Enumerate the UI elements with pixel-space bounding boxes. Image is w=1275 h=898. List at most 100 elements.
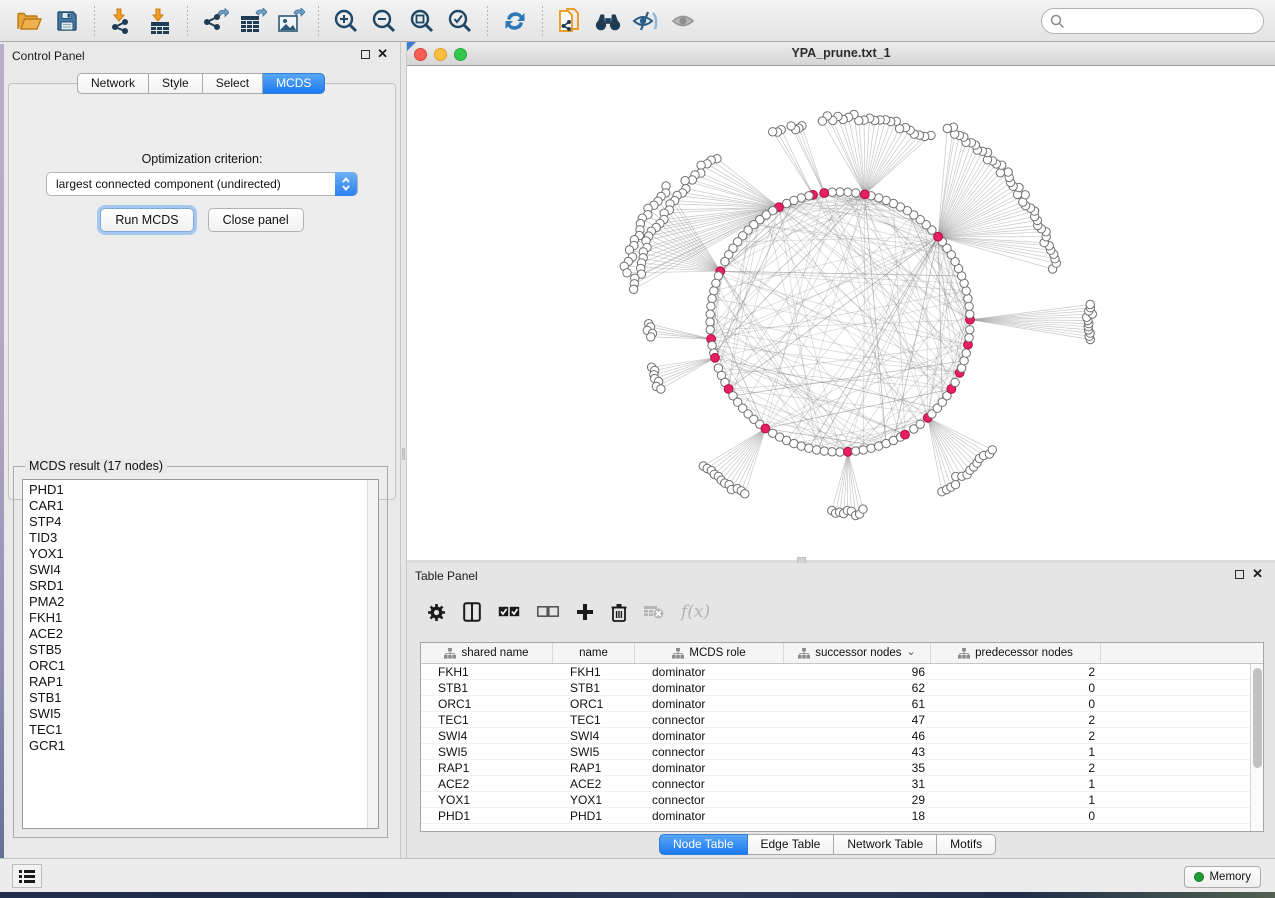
- import-table-icon[interactable]: [145, 6, 175, 36]
- network-node[interactable]: [951, 480, 959, 488]
- network-node[interactable]: [964, 294, 972, 302]
- mcds-result-node[interactable]: YOX1: [29, 546, 65, 562]
- mcds-result-node[interactable]: SRD1: [29, 578, 65, 594]
- network-node[interactable]: [706, 326, 714, 334]
- memory-button[interactable]: Memory: [1184, 866, 1261, 888]
- network-hub-node[interactable]: [860, 190, 869, 199]
- mcds-result-node[interactable]: STB5: [29, 642, 65, 658]
- network-hub-node[interactable]: [711, 353, 720, 362]
- task-history-button[interactable]: [12, 864, 42, 888]
- network-node[interactable]: [943, 124, 951, 132]
- network-node[interactable]: [812, 446, 820, 454]
- network-node[interactable]: [966, 310, 974, 318]
- tab-mcds[interactable]: MCDS: [263, 73, 325, 94]
- tab-edge-table[interactable]: Edge Table: [748, 834, 835, 855]
- network-node[interactable]: [710, 287, 718, 295]
- tab-motifs[interactable]: Motifs: [937, 834, 996, 855]
- zoom-fit-icon[interactable]: [407, 6, 437, 36]
- search-binoculars-icon[interactable]: [593, 6, 623, 36]
- network-hub-node[interactable]: [844, 447, 853, 456]
- table-row[interactable]: TEC1TEC1connector472: [421, 712, 1250, 728]
- export-image-icon[interactable]: [276, 6, 306, 36]
- network-node[interactable]: [818, 117, 826, 125]
- mcds-result-node[interactable]: ACE2: [29, 626, 65, 642]
- mcds-result-node[interactable]: PHD1: [29, 482, 65, 498]
- network-hub-node[interactable]: [901, 430, 910, 439]
- tab-select[interactable]: Select: [203, 73, 263, 94]
- zoom-out-icon[interactable]: [369, 6, 399, 36]
- column-header-name[interactable]: name: [553, 643, 635, 663]
- table-row[interactable]: YOX1YOX1connector291: [421, 792, 1250, 808]
- network-node[interactable]: [966, 326, 974, 334]
- mcds-result-node[interactable]: FKH1: [29, 610, 65, 626]
- column-header-successor-nodes[interactable]: successor nodes⌄: [784, 643, 931, 663]
- float-panel-icon[interactable]: [361, 50, 370, 59]
- network-node[interactable]: [859, 446, 867, 454]
- splitter-grip[interactable]: [402, 448, 405, 460]
- toolbar-search[interactable]: [1041, 8, 1264, 34]
- network-node[interactable]: [787, 122, 795, 130]
- network-hub-node[interactable]: [820, 189, 829, 198]
- select-all-icon[interactable]: [498, 606, 520, 618]
- search-input[interactable]: [1065, 11, 1263, 31]
- mcds-result-node[interactable]: TEC1: [29, 722, 65, 738]
- open-session-icon[interactable]: [14, 6, 44, 36]
- scrollbar-thumb[interactable]: [1253, 668, 1262, 768]
- mcds-result-list[interactable]: PHD1CAR1STP4TID3YOX1SWI4SRD1PMA2FKH1ACE2…: [22, 479, 379, 829]
- network-node[interactable]: [681, 177, 689, 185]
- mcds-result-node[interactable]: SWI4: [29, 562, 65, 578]
- network-node[interactable]: [741, 490, 749, 498]
- network-node[interactable]: [852, 447, 860, 455]
- table-row[interactable]: ACE2ACE2connector311: [421, 776, 1250, 792]
- column-header-shared-name[interactable]: shared name: [421, 643, 553, 663]
- network-node[interactable]: [828, 188, 836, 196]
- settings-gear-icon[interactable]: [427, 603, 446, 622]
- table-scrollbar[interactable]: [1250, 664, 1263, 831]
- table-row[interactable]: ORC1ORC1dominator610: [421, 696, 1250, 712]
- float-panel-icon[interactable]: [1235, 570, 1244, 579]
- network-hub-node[interactable]: [934, 232, 943, 241]
- network-node[interactable]: [805, 444, 813, 452]
- hide-selected-icon[interactable]: [631, 6, 661, 36]
- network-node[interactable]: [844, 188, 852, 196]
- table-row[interactable]: RAP1RAP1dominator352: [421, 760, 1250, 776]
- column-header-predecessor-nodes[interactable]: predecessor nodes: [931, 643, 1101, 663]
- tab-style[interactable]: Style: [149, 73, 203, 94]
- network-node[interactable]: [706, 310, 714, 318]
- table-row[interactable]: STB1STB1dominator620: [421, 680, 1250, 696]
- function-builder-icon[interactable]: f(x): [681, 602, 710, 622]
- zoom-selected-icon[interactable]: [445, 6, 475, 36]
- mcds-result-node[interactable]: STB1: [29, 690, 65, 706]
- show-columns-icon[interactable]: [463, 602, 481, 622]
- network-node[interactable]: [836, 448, 844, 456]
- run-mcds-button[interactable]: Run MCDS: [100, 208, 193, 232]
- mcds-list-scrollbar[interactable]: [367, 480, 378, 828]
- network-node[interactable]: [708, 294, 716, 302]
- deselect-all-icon[interactable]: [537, 606, 559, 618]
- mcds-result-node[interactable]: RAP1: [29, 674, 65, 690]
- mcds-result-node[interactable]: ORC1: [29, 658, 65, 674]
- network-node[interactable]: [962, 349, 970, 357]
- table-row[interactable]: FKH1FKH1dominator962: [421, 664, 1250, 680]
- network-node[interactable]: [836, 188, 844, 196]
- network-node[interactable]: [721, 257, 729, 265]
- network-node[interactable]: [1086, 300, 1094, 308]
- network-node[interactable]: [962, 287, 970, 295]
- network-node[interactable]: [852, 189, 860, 197]
- network-node[interactable]: [805, 192, 813, 200]
- zoom-in-icon[interactable]: [331, 6, 361, 36]
- import-network-icon[interactable]: [107, 6, 137, 36]
- table-row[interactable]: SWI5SWI5connector431: [421, 744, 1250, 760]
- network-node[interactable]: [769, 128, 777, 136]
- mcds-result-node[interactable]: TID3: [29, 530, 65, 546]
- table-row[interactable]: SWI4SWI4dominator462: [421, 728, 1250, 744]
- network-node[interactable]: [859, 505, 867, 513]
- network-graph[interactable]: [407, 66, 1275, 560]
- delete-table-icon[interactable]: [644, 605, 664, 619]
- close-panel-icon[interactable]: ✕: [377, 47, 388, 61]
- network-node[interactable]: [965, 334, 973, 342]
- save-session-icon[interactable]: [52, 6, 82, 36]
- tab-network[interactable]: Network: [77, 73, 149, 94]
- reload-icon[interactable]: [500, 6, 530, 36]
- network-node[interactable]: [797, 442, 805, 450]
